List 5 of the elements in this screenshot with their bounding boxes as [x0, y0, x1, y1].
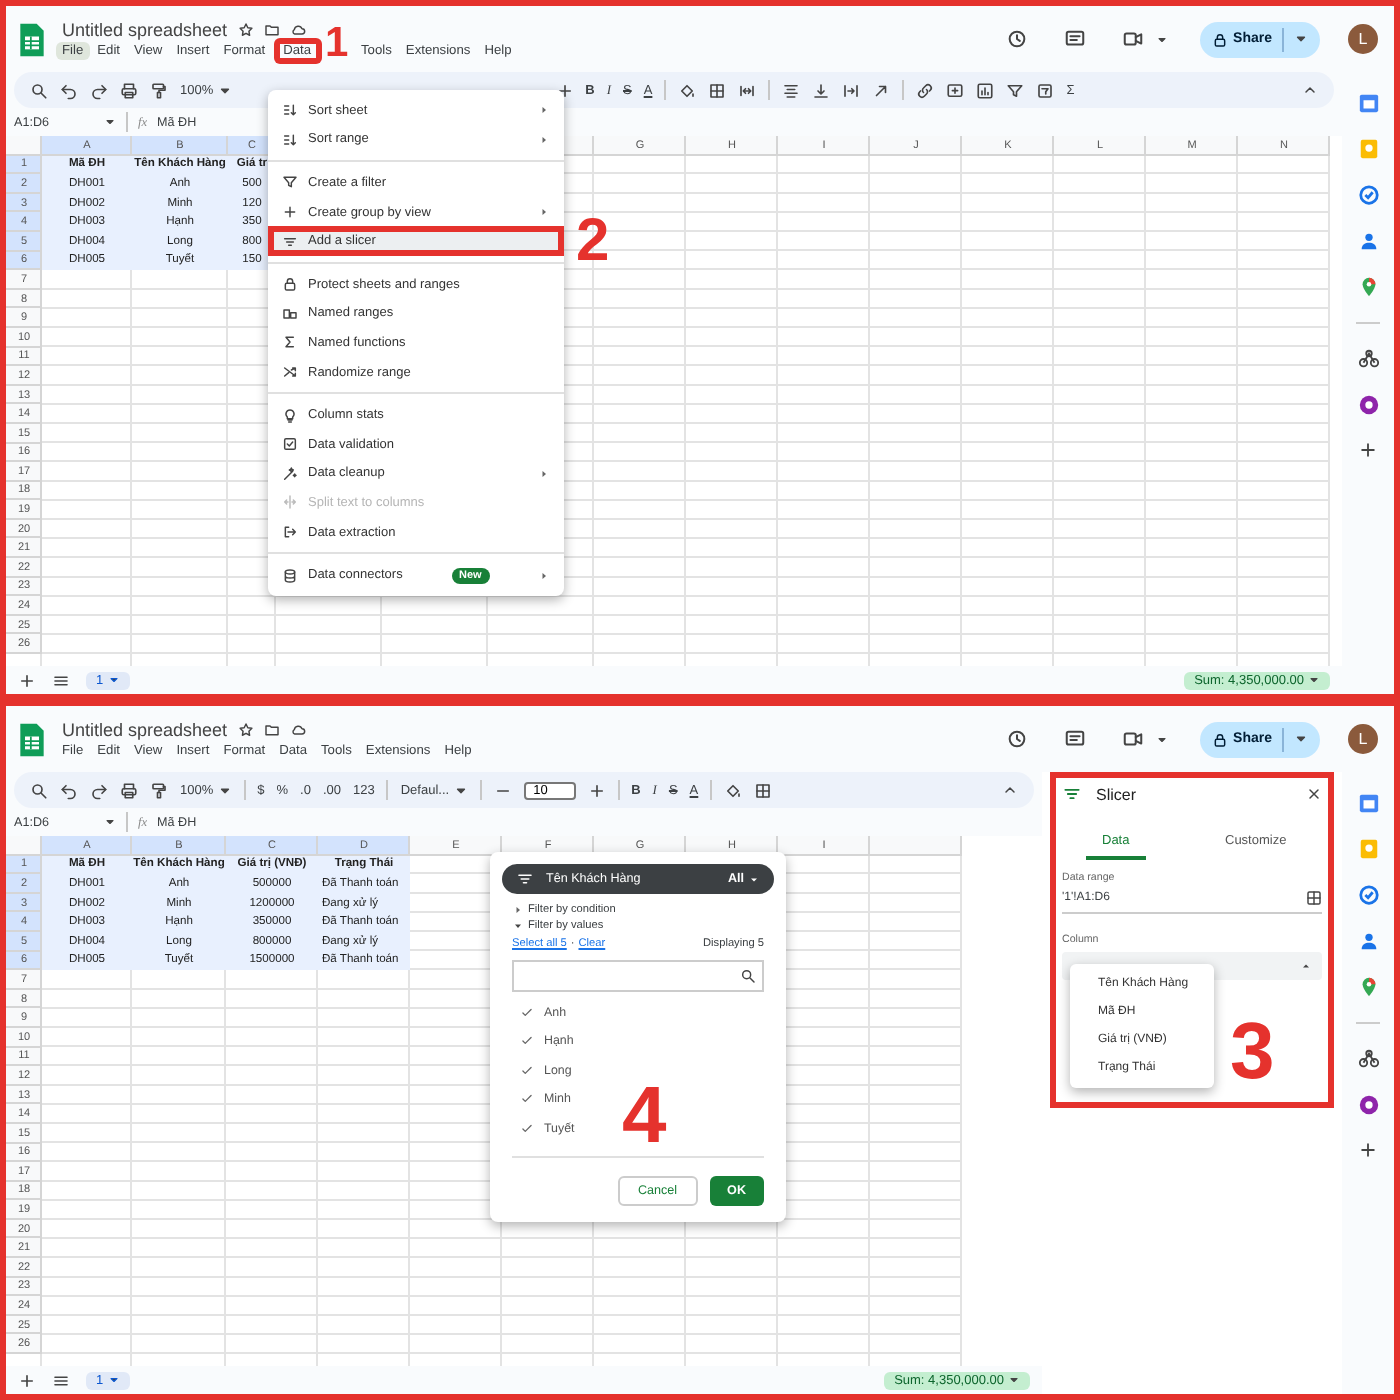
step-number: 2	[576, 211, 610, 272]
step-number: 3	[1230, 1012, 1275, 1092]
step-number: 1	[325, 21, 349, 63]
step-number: 4	[622, 1076, 667, 1156]
panel-title: Slicer	[1096, 785, 1137, 803]
